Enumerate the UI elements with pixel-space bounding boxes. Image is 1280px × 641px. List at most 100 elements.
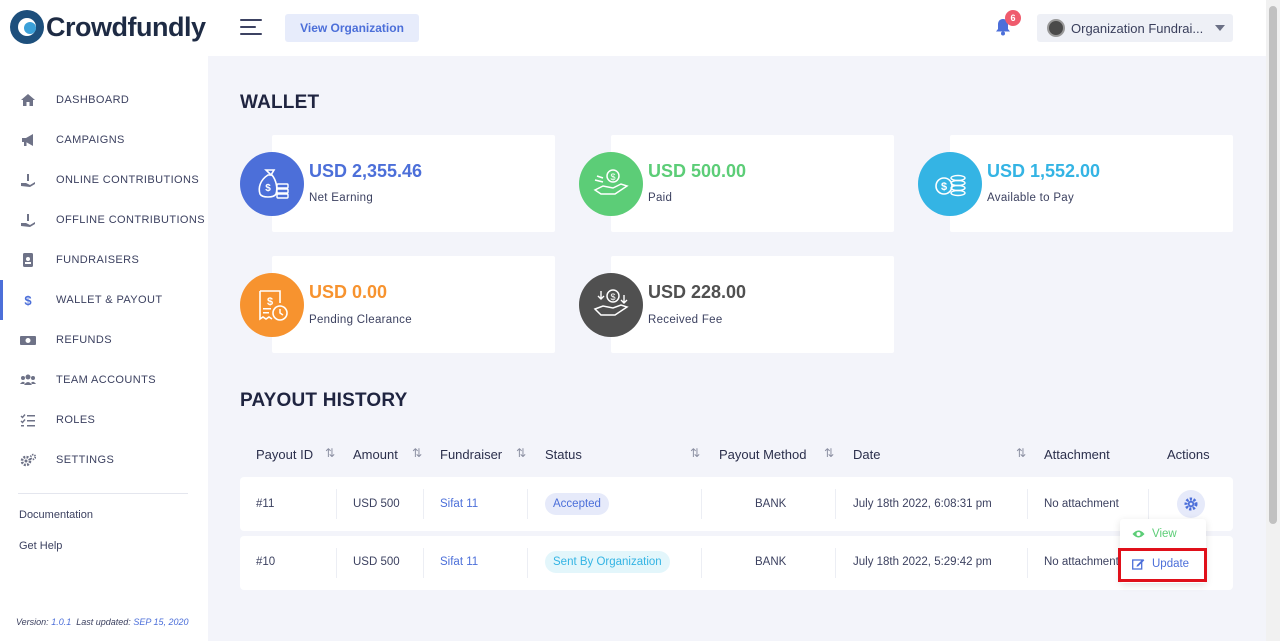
- sidebar-item-label: TEAM ACCOUNTS: [56, 374, 156, 386]
- page-scrollbar[interactable]: [1266, 0, 1280, 641]
- hand-money-icon: $: [579, 152, 643, 216]
- svg-text:$: $: [265, 183, 271, 194]
- sidebar-item-label: FUNDRAISERS: [56, 254, 140, 266]
- sidebar-item-offline-contributions[interactable]: OFFLINE CONTRIBUTIONS: [0, 200, 208, 240]
- org-avatar: [1047, 19, 1065, 37]
- column-header-status[interactable]: Status: [545, 447, 582, 462]
- edit-icon: [1132, 558, 1145, 570]
- row-actions-button[interactable]: [1177, 490, 1205, 518]
- status-badge: Accepted: [545, 493, 609, 515]
- wallet-card-net-earning: [272, 135, 555, 232]
- attachment-cell: No attachment: [1044, 556, 1118, 568]
- payout-method-cell: BANK: [755, 556, 787, 568]
- gear-icon: [1184, 497, 1198, 511]
- money-bill-icon: [20, 336, 36, 345]
- column-header-payout-method[interactable]: Payout Method: [719, 447, 806, 462]
- sidebar-item-dashboard[interactable]: DASHBOARD: [0, 80, 208, 120]
- sort-icon[interactable]: ⇅: [412, 446, 422, 460]
- caret-down-icon: [1215, 25, 1225, 31]
- sort-icon[interactable]: ⇅: [325, 446, 335, 460]
- update-action[interactable]: Update: [1120, 550, 1206, 578]
- megaphone-icon: [22, 134, 33, 146]
- svg-text:$: $: [267, 296, 273, 308]
- column-header-amount[interactable]: Amount: [353, 447, 398, 462]
- amount-cell: USD 500: [353, 556, 400, 568]
- sidebar-item-label: CAMPAIGNS: [56, 134, 125, 146]
- available-to-pay-label: Available to Pay: [987, 192, 1075, 204]
- money-bag-icon: $: [240, 152, 304, 216]
- sidebar-item-label: SETTINGS: [56, 454, 115, 466]
- updated-date: SEP 15, 2020: [133, 617, 189, 627]
- hand-donate-icon: [21, 214, 35, 227]
- sidebar-item-label: ROLES: [56, 414, 96, 426]
- sidebar-divider: [18, 493, 188, 494]
- fundraiser-link[interactable]: Sifat 11: [440, 498, 478, 510]
- net-earning-label: Net Earning: [309, 192, 374, 204]
- sidebar-item-refunds[interactable]: REFUNDS: [0, 320, 208, 360]
- view-organization-button[interactable]: View Organization: [285, 14, 419, 42]
- sidebar-item-online-contributions[interactable]: ONLINE CONTRIBUTIONS: [0, 160, 208, 200]
- date-cell: July 18th 2022, 5:29:42 pm: [853, 556, 992, 568]
- sidebar-item-wallet-payout[interactable]: $ WALLET & PAYOUT: [0, 280, 208, 320]
- sort-icon[interactable]: ⇅: [824, 446, 834, 460]
- logo-mark-icon: [10, 10, 44, 44]
- wallet-card-paid: [611, 135, 894, 232]
- attachment-cell: No attachment: [1044, 498, 1119, 510]
- documentation-link[interactable]: Documentation: [19, 509, 93, 521]
- sidebar-item-settings[interactable]: SETTINGS: [0, 440, 208, 480]
- view-label: View: [1152, 528, 1177, 540]
- column-header-date[interactable]: Date: [853, 447, 880, 462]
- wallet-title: WALLET: [240, 92, 320, 113]
- sidebar-item-team-accounts[interactable]: TEAM ACCOUNTS: [0, 360, 208, 400]
- id-badge-icon: [23, 253, 33, 267]
- column-header-attachment: Attachment: [1044, 447, 1110, 462]
- top-header: Crowdfundly View Organization 6 Organiza…: [0, 0, 1266, 56]
- notification-count-badge: 6: [1005, 10, 1021, 26]
- home-icon: [21, 94, 35, 106]
- wallet-card-available: [950, 135, 1233, 232]
- sidebar-item-label: REFUNDS: [56, 334, 112, 346]
- column-header-fundraiser[interactable]: Fundraiser: [440, 447, 502, 462]
- svg-text:$: $: [941, 181, 947, 193]
- crowdfundly-logo[interactable]: Crowdfundly: [10, 10, 206, 44]
- payout-method-cell: BANK: [755, 498, 787, 510]
- version-info: Version: 1.0.1 Last updated: SEP 15, 202…: [16, 617, 189, 627]
- users-icon: [20, 374, 36, 385]
- updated-prefix: Last updated:: [76, 617, 131, 627]
- organization-selector[interactable]: Organization Fundrai...: [1037, 14, 1233, 42]
- sidebar-item-campaigns[interactable]: CAMPAIGNS: [0, 120, 208, 160]
- sort-icon[interactable]: ⇅: [1016, 446, 1026, 460]
- payout-id-cell: #10: [256, 556, 276, 568]
- receipt-clock-icon: $: [240, 273, 304, 337]
- payout-history-title: PAYOUT HISTORY: [240, 390, 408, 411]
- wallet-card-pending: [272, 256, 555, 353]
- org-name: Organization Fundrai...: [1071, 20, 1204, 36]
- sidebar-item-roles[interactable]: ROLES: [0, 400, 208, 440]
- dollar-icon: $: [24, 292, 32, 308]
- logo-text: Crowdfundly: [46, 11, 206, 42]
- paid-amount: USD 500.00: [648, 161, 747, 181]
- get-help-link[interactable]: Get Help: [19, 540, 62, 552]
- tasks-icon: [20, 414, 35, 427]
- sidebar-item-fundraisers[interactable]: FUNDRAISERS: [0, 240, 208, 280]
- wallet-card-received-fee: [611, 256, 894, 353]
- net-earning-amount: USD 2,355.46: [309, 161, 423, 181]
- payout-id-cell: #11: [256, 498, 275, 510]
- coins-icon: $: [918, 152, 982, 216]
- sidebar-item-label: OFFLINE CONTRIBUTIONS: [56, 214, 205, 226]
- column-header-actions: Actions: [1167, 447, 1210, 462]
- column-header-payout-id[interactable]: Payout ID: [256, 447, 313, 462]
- sort-icon[interactable]: ⇅: [516, 446, 526, 460]
- fee-hand-icon: $: [579, 273, 643, 337]
- view-action[interactable]: View: [1120, 520, 1206, 548]
- sidebar: DASHBOARD CAMPAIGNS ONLINE CONTRIBUTIONS…: [0, 56, 208, 641]
- amount-cell: USD 500: [353, 498, 400, 510]
- pending-clearance-label: Pending Clearance: [309, 314, 412, 326]
- menu-toggle-icon[interactable]: [240, 19, 262, 35]
- scroll-thumb[interactable]: [1269, 6, 1277, 524]
- sidebar-item-label: DASHBOARD: [56, 94, 130, 106]
- row-action-menu: View Update: [1120, 519, 1206, 583]
- fundraiser-link[interactable]: Sifat 11: [440, 556, 478, 568]
- date-cell: July 18th 2022, 6:08:31 pm: [853, 498, 992, 510]
- sort-icon[interactable]: ⇅: [690, 446, 700, 460]
